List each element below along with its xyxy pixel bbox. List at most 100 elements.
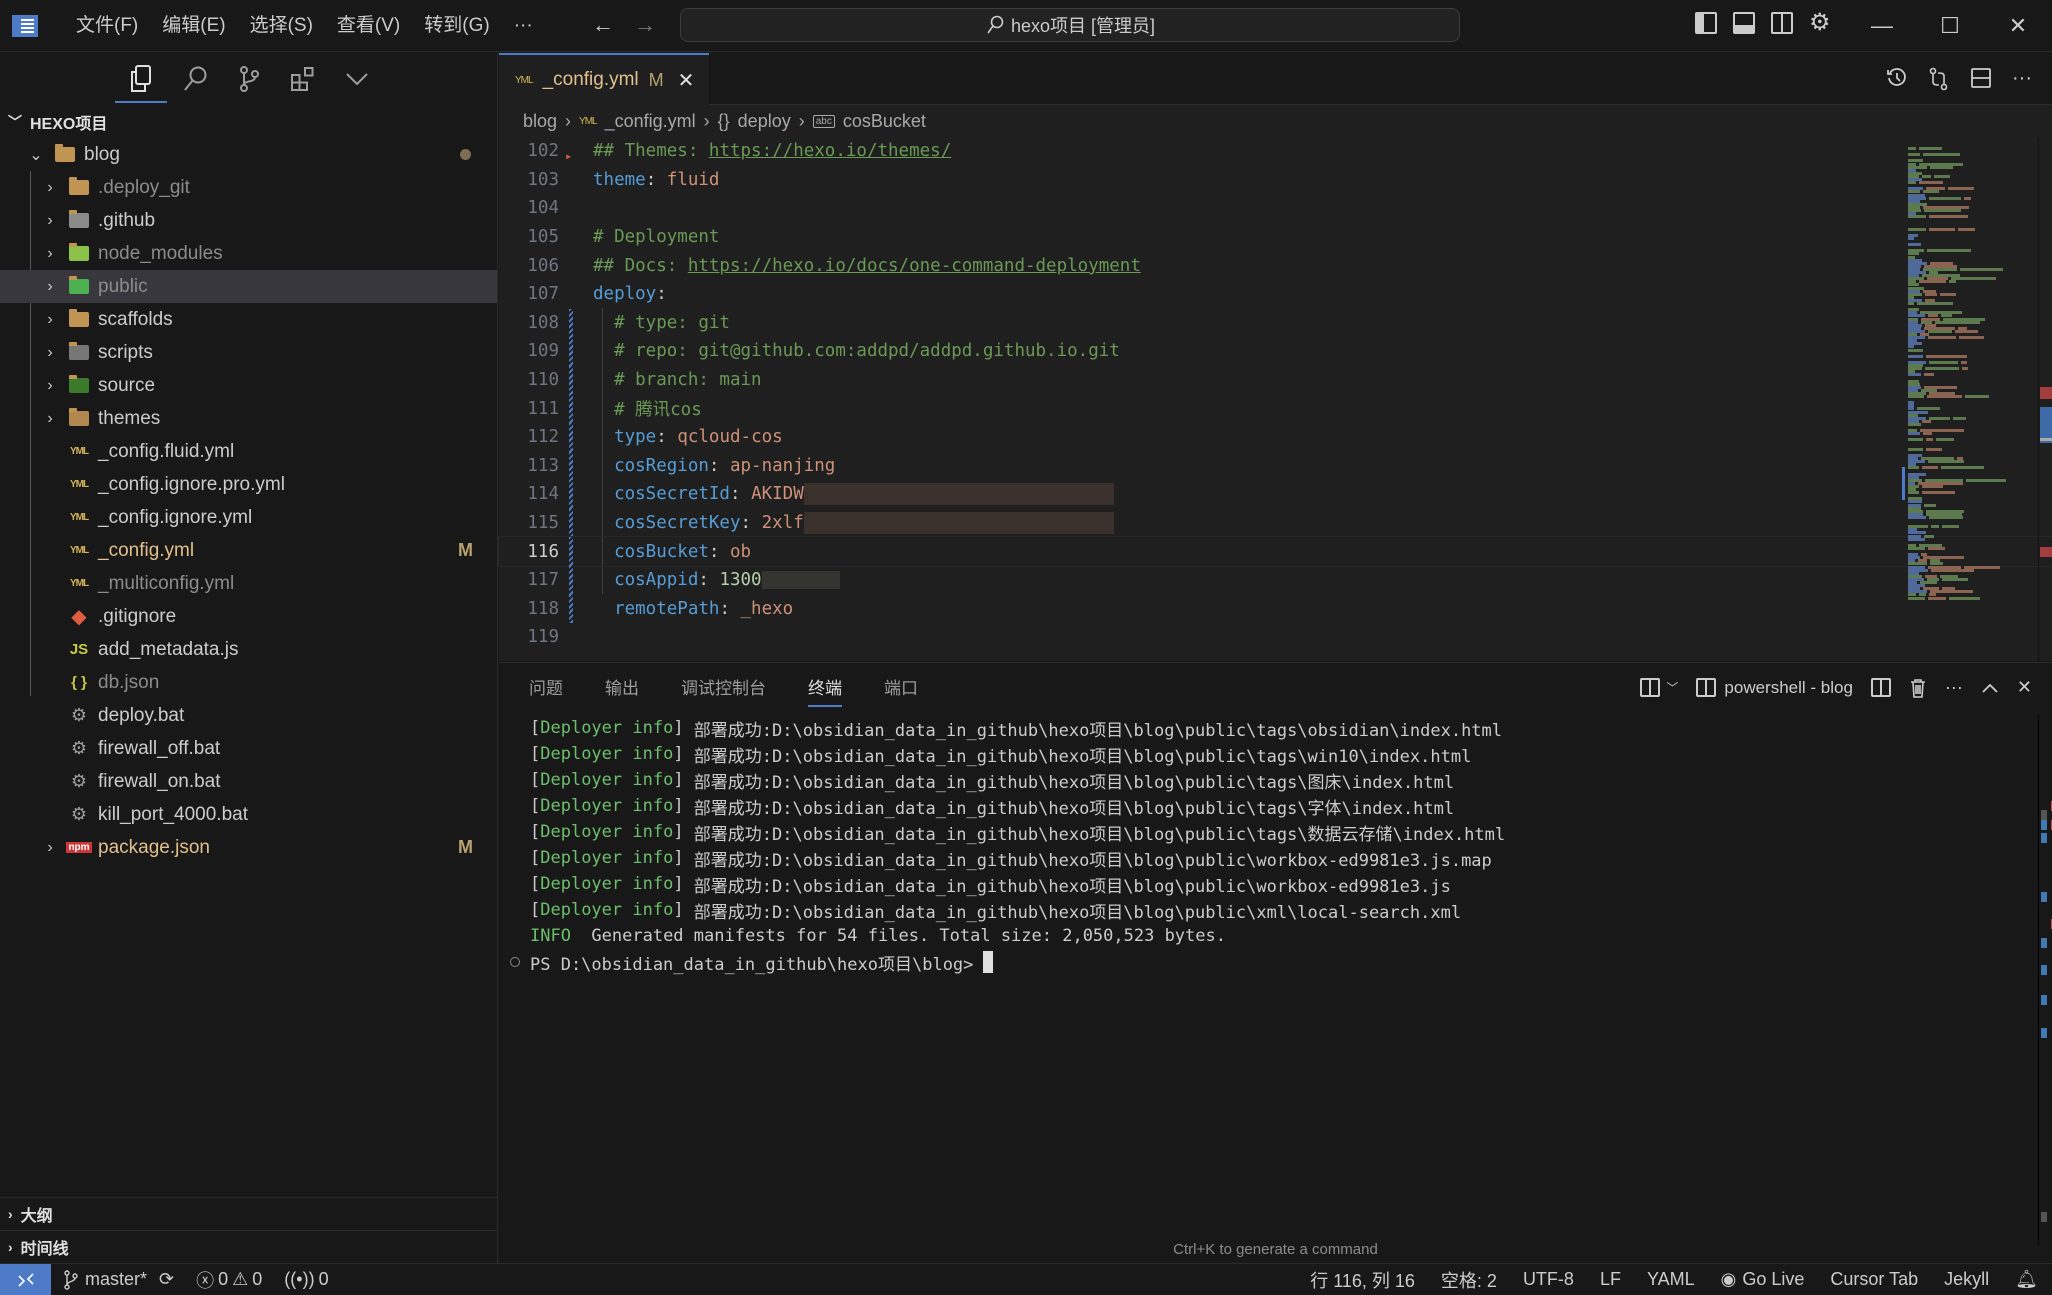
tree-item[interactable]: › .github bbox=[0, 204, 497, 237]
jekyll[interactable]: Jekyll bbox=[1944, 1269, 1989, 1290]
indentation[interactable]: 空格: 2 bbox=[1441, 1267, 1497, 1293]
encoding[interactable]: UTF-8 bbox=[1523, 1269, 1574, 1290]
tab-debug-console[interactable]: 调试控制台 bbox=[681, 663, 766, 715]
timeline-history-icon[interactable] bbox=[1886, 67, 1908, 91]
forward-arrow-icon[interactable]: → bbox=[634, 12, 656, 38]
tab-output[interactable]: 输出 bbox=[605, 663, 639, 715]
code-line[interactable]: 110 # branch: main bbox=[499, 365, 2052, 395]
code-line[interactable]: 112 type: qcloud-cos bbox=[499, 422, 2052, 452]
menu-file[interactable]: 文件(F) bbox=[64, 0, 150, 52]
minimap[interactable] bbox=[1902, 137, 2038, 657]
language-mode[interactable]: YAML bbox=[1647, 1269, 1695, 1290]
editor-scrollbar[interactable] bbox=[2038, 137, 2052, 661]
remote-indicator-icon[interactable] bbox=[0, 1263, 51, 1295]
cursor-tab[interactable]: Cursor Tab bbox=[1830, 1269, 1918, 1290]
chevron-down-icon[interactable] bbox=[341, 63, 373, 95]
tree-item[interactable]: ⚙ firewall_on.bat bbox=[0, 765, 497, 798]
timeline-section[interactable]: › 时间线 bbox=[0, 1230, 498, 1263]
ports-indicator[interactable]: ((•)) 0 bbox=[284, 1269, 328, 1290]
tab-close-icon[interactable]: ✕ bbox=[678, 68, 695, 93]
code-line[interactable]: 114 cosSecretId: AKIDW bbox=[499, 480, 2052, 509]
new-terminal-split-dropdown[interactable]: ﹀ bbox=[1640, 678, 1678, 697]
code-line[interactable]: 113 cosRegion: ap-nanjing bbox=[499, 451, 2052, 481]
code-line[interactable]: 119 bbox=[499, 623, 2052, 652]
tree-item[interactable]: YML _config.fluid.yml bbox=[0, 435, 497, 468]
code-line[interactable]: 118 remotePath: _hexo bbox=[499, 594, 2052, 624]
toggle-primary-sidebar-icon[interactable] bbox=[1695, 12, 1717, 34]
notifications-bell-icon[interactable]: 🔔︎ bbox=[2015, 1269, 2038, 1290]
tree-item[interactable]: › scripts bbox=[0, 336, 497, 369]
menu-selection[interactable]: 选择(S) bbox=[238, 0, 325, 52]
outline-section[interactable]: › 大纲 bbox=[0, 1197, 498, 1230]
tree-item[interactable]: { } db.json bbox=[0, 666, 497, 699]
toggle-secondary-sidebar-icon[interactable] bbox=[1771, 12, 1793, 34]
trash-icon[interactable] bbox=[1909, 678, 1927, 698]
code-line[interactable]: 107 deploy: bbox=[499, 280, 2052, 309]
code-line[interactable]: 104 bbox=[499, 194, 2052, 223]
tab-ports[interactable]: 端口 bbox=[884, 663, 918, 715]
command-center-search[interactable]: hexo项目 [管理员] bbox=[680, 8, 1460, 42]
tab-problems[interactable]: 问题 bbox=[529, 663, 563, 715]
code-line[interactable]: 105 # Deployment bbox=[499, 223, 2052, 252]
code-line[interactable]: 109 # repo: git@github.com:addpd/addpd.g… bbox=[499, 337, 2052, 366]
tree-item[interactable]: › .deploy_git bbox=[0, 171, 497, 204]
tree-item[interactable]: YML _config.ignore.pro.yml bbox=[0, 468, 497, 501]
extensions-icon[interactable] bbox=[287, 63, 319, 95]
tree-item[interactable]: › themes bbox=[0, 402, 497, 435]
token-link[interactable]: https://hexo.io/themes/ bbox=[709, 141, 951, 161]
terminal-prompt-line[interactable]: PS D:\obsidian_data_in_github\hexo项目\blo… bbox=[510, 949, 2052, 975]
breadcrumb-blog[interactable]: blog bbox=[523, 111, 557, 132]
code-line[interactable]: 111 # 腾讯cos bbox=[499, 394, 2052, 423]
tree-item[interactable]: ⚙ kill_port_4000.bat bbox=[0, 798, 497, 831]
split-terminal-icon[interactable] bbox=[1870, 678, 1891, 697]
menu-go[interactable]: 转到(G) bbox=[412, 0, 501, 52]
code-line[interactable]: 117 cosAppid: 1300 bbox=[499, 565, 2052, 595]
code-line[interactable]: 116 cosBucket: ob bbox=[498, 536, 2052, 567]
chevron-up-icon[interactable] bbox=[1981, 681, 1999, 695]
code-line[interactable]: 106 ## Docs: https://hexo.io/docs/one-com… bbox=[499, 251, 2052, 280]
breadcrumb-deploy[interactable]: deploy bbox=[738, 111, 791, 132]
tree-item[interactable]: ◆ .gitignore bbox=[0, 600, 497, 633]
tree-item[interactable]: JS add_metadata.js bbox=[0, 633, 497, 666]
gear-icon[interactable]: ⚙ bbox=[1809, 11, 1831, 35]
sync-icon[interactable]: ⟳ bbox=[159, 1269, 174, 1290]
breadcrumb-file[interactable]: _config.yml bbox=[605, 111, 696, 132]
tree-item[interactable]: YML _config.ignore.yml bbox=[0, 501, 497, 534]
cursor-position[interactable]: 行 116, 列 16 bbox=[1310, 1267, 1415, 1293]
tree-item[interactable]: › npm package.json M bbox=[0, 831, 497, 864]
open-changes-icon[interactable] bbox=[1928, 67, 1950, 91]
more-actions-icon[interactable]: ··· bbox=[1945, 677, 1963, 698]
tab-terminal[interactable]: 终端 bbox=[808, 663, 842, 715]
tree-item[interactable]: ⚙ firewall_off.bat bbox=[0, 732, 497, 765]
git-branch[interactable]: master* ⟳ bbox=[63, 1269, 174, 1290]
toggle-panel-icon[interactable] bbox=[1733, 12, 1755, 34]
back-arrow-icon[interactable]: ← bbox=[592, 12, 614, 38]
explorer-root-header[interactable]: ﹀ HEXO项目 bbox=[0, 105, 497, 138]
tree-item[interactable]: › node_modules bbox=[0, 237, 497, 270]
code-line[interactable]: 108 # type: git bbox=[499, 308, 2052, 338]
tree-item[interactable]: YML _multiconfig.yml bbox=[0, 567, 497, 600]
tree-item[interactable]: YML _config.yml M bbox=[0, 534, 497, 567]
terminal-instance[interactable]: powershell - blog bbox=[1696, 678, 1853, 698]
close-panel-icon[interactable]: ✕ bbox=[2017, 677, 2032, 698]
code-line[interactable]: 102 ▸ ## Themes: https://hexo.io/themes/ bbox=[499, 137, 2052, 166]
line-endings[interactable]: LF bbox=[1600, 1269, 1621, 1290]
more-actions-icon[interactable]: ··· bbox=[2012, 67, 2032, 91]
maximize-button[interactable]: ☐ bbox=[1916, 0, 1984, 52]
code-line[interactable]: 115 cosSecretKey: 2xlf bbox=[499, 508, 2052, 538]
tab-config-yml[interactable]: YML _config.yml M ✕ bbox=[499, 53, 709, 105]
minimize-button[interactable]: — bbox=[1848, 0, 1916, 52]
tree-item[interactable]: ⚙ deploy.bat bbox=[0, 699, 497, 732]
tree-item[interactable]: › scaffolds bbox=[0, 303, 497, 336]
close-window-button[interactable]: ✕ bbox=[1984, 0, 2052, 52]
terminal-output[interactable]: [Deployer info] 部署成功:D:\obsidian_data_in… bbox=[499, 715, 2052, 975]
code-line[interactable]: 103 theme: fluid bbox=[499, 166, 2052, 195]
explorer-icon[interactable] bbox=[125, 63, 157, 95]
tree-item[interactable]: ⌄ blog bbox=[0, 138, 497, 171]
problems-indicator[interactable]: ⓧ 0 ⚠ 0 bbox=[196, 1267, 262, 1293]
menu-more[interactable]: ··· bbox=[502, 0, 545, 52]
terminal-scrollbar[interactable] bbox=[2038, 715, 2052, 1245]
search-icon[interactable] bbox=[179, 63, 211, 95]
menu-view[interactable]: 查看(V) bbox=[325, 0, 412, 52]
go-live-button[interactable]: ◉ Go Live bbox=[1721, 1269, 1805, 1290]
